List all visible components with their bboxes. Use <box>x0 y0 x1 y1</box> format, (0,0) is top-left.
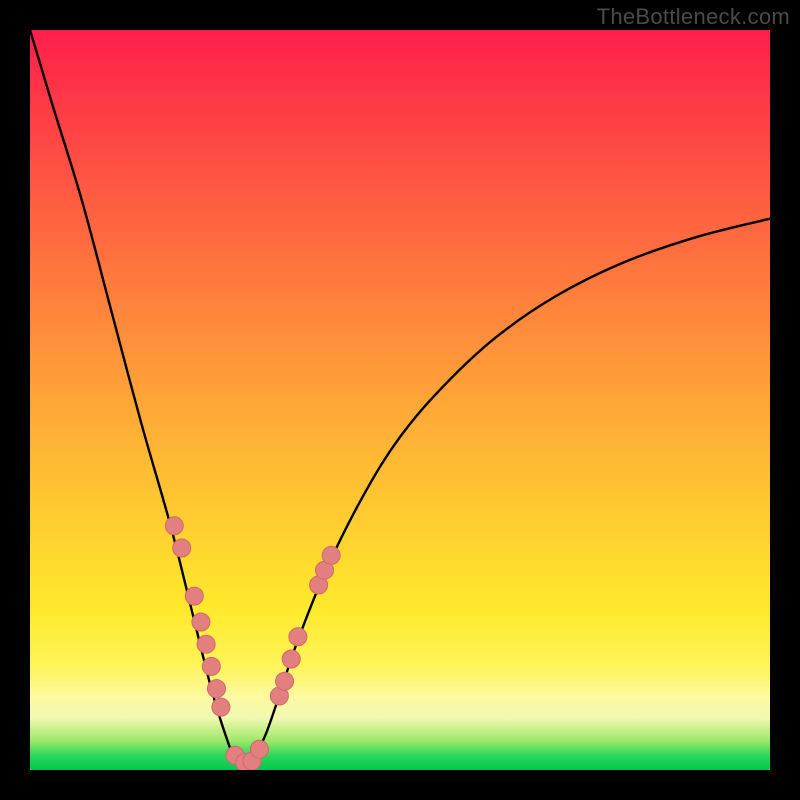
curve-marker <box>202 657 220 675</box>
curve-marker <box>276 672 294 690</box>
watermark-text: TheBottleneck.com <box>597 4 790 30</box>
curve-marker <box>197 635 215 653</box>
curve-marker <box>212 698 230 716</box>
chart-stage: TheBottleneck.com <box>0 0 800 800</box>
curve-marker <box>250 740 268 758</box>
curve-marker <box>185 587 203 605</box>
bottleneck-curve <box>30 30 770 766</box>
curve-marker <box>173 539 191 557</box>
curve-marker <box>192 613 210 631</box>
curve-marker <box>207 680 225 698</box>
curve-markers <box>165 517 340 770</box>
curve-marker <box>165 517 183 535</box>
plot-area <box>30 30 770 770</box>
curve-marker <box>289 628 307 646</box>
curve-marker <box>282 650 300 668</box>
curve-marker <box>322 546 340 564</box>
chart-svg <box>30 30 770 770</box>
